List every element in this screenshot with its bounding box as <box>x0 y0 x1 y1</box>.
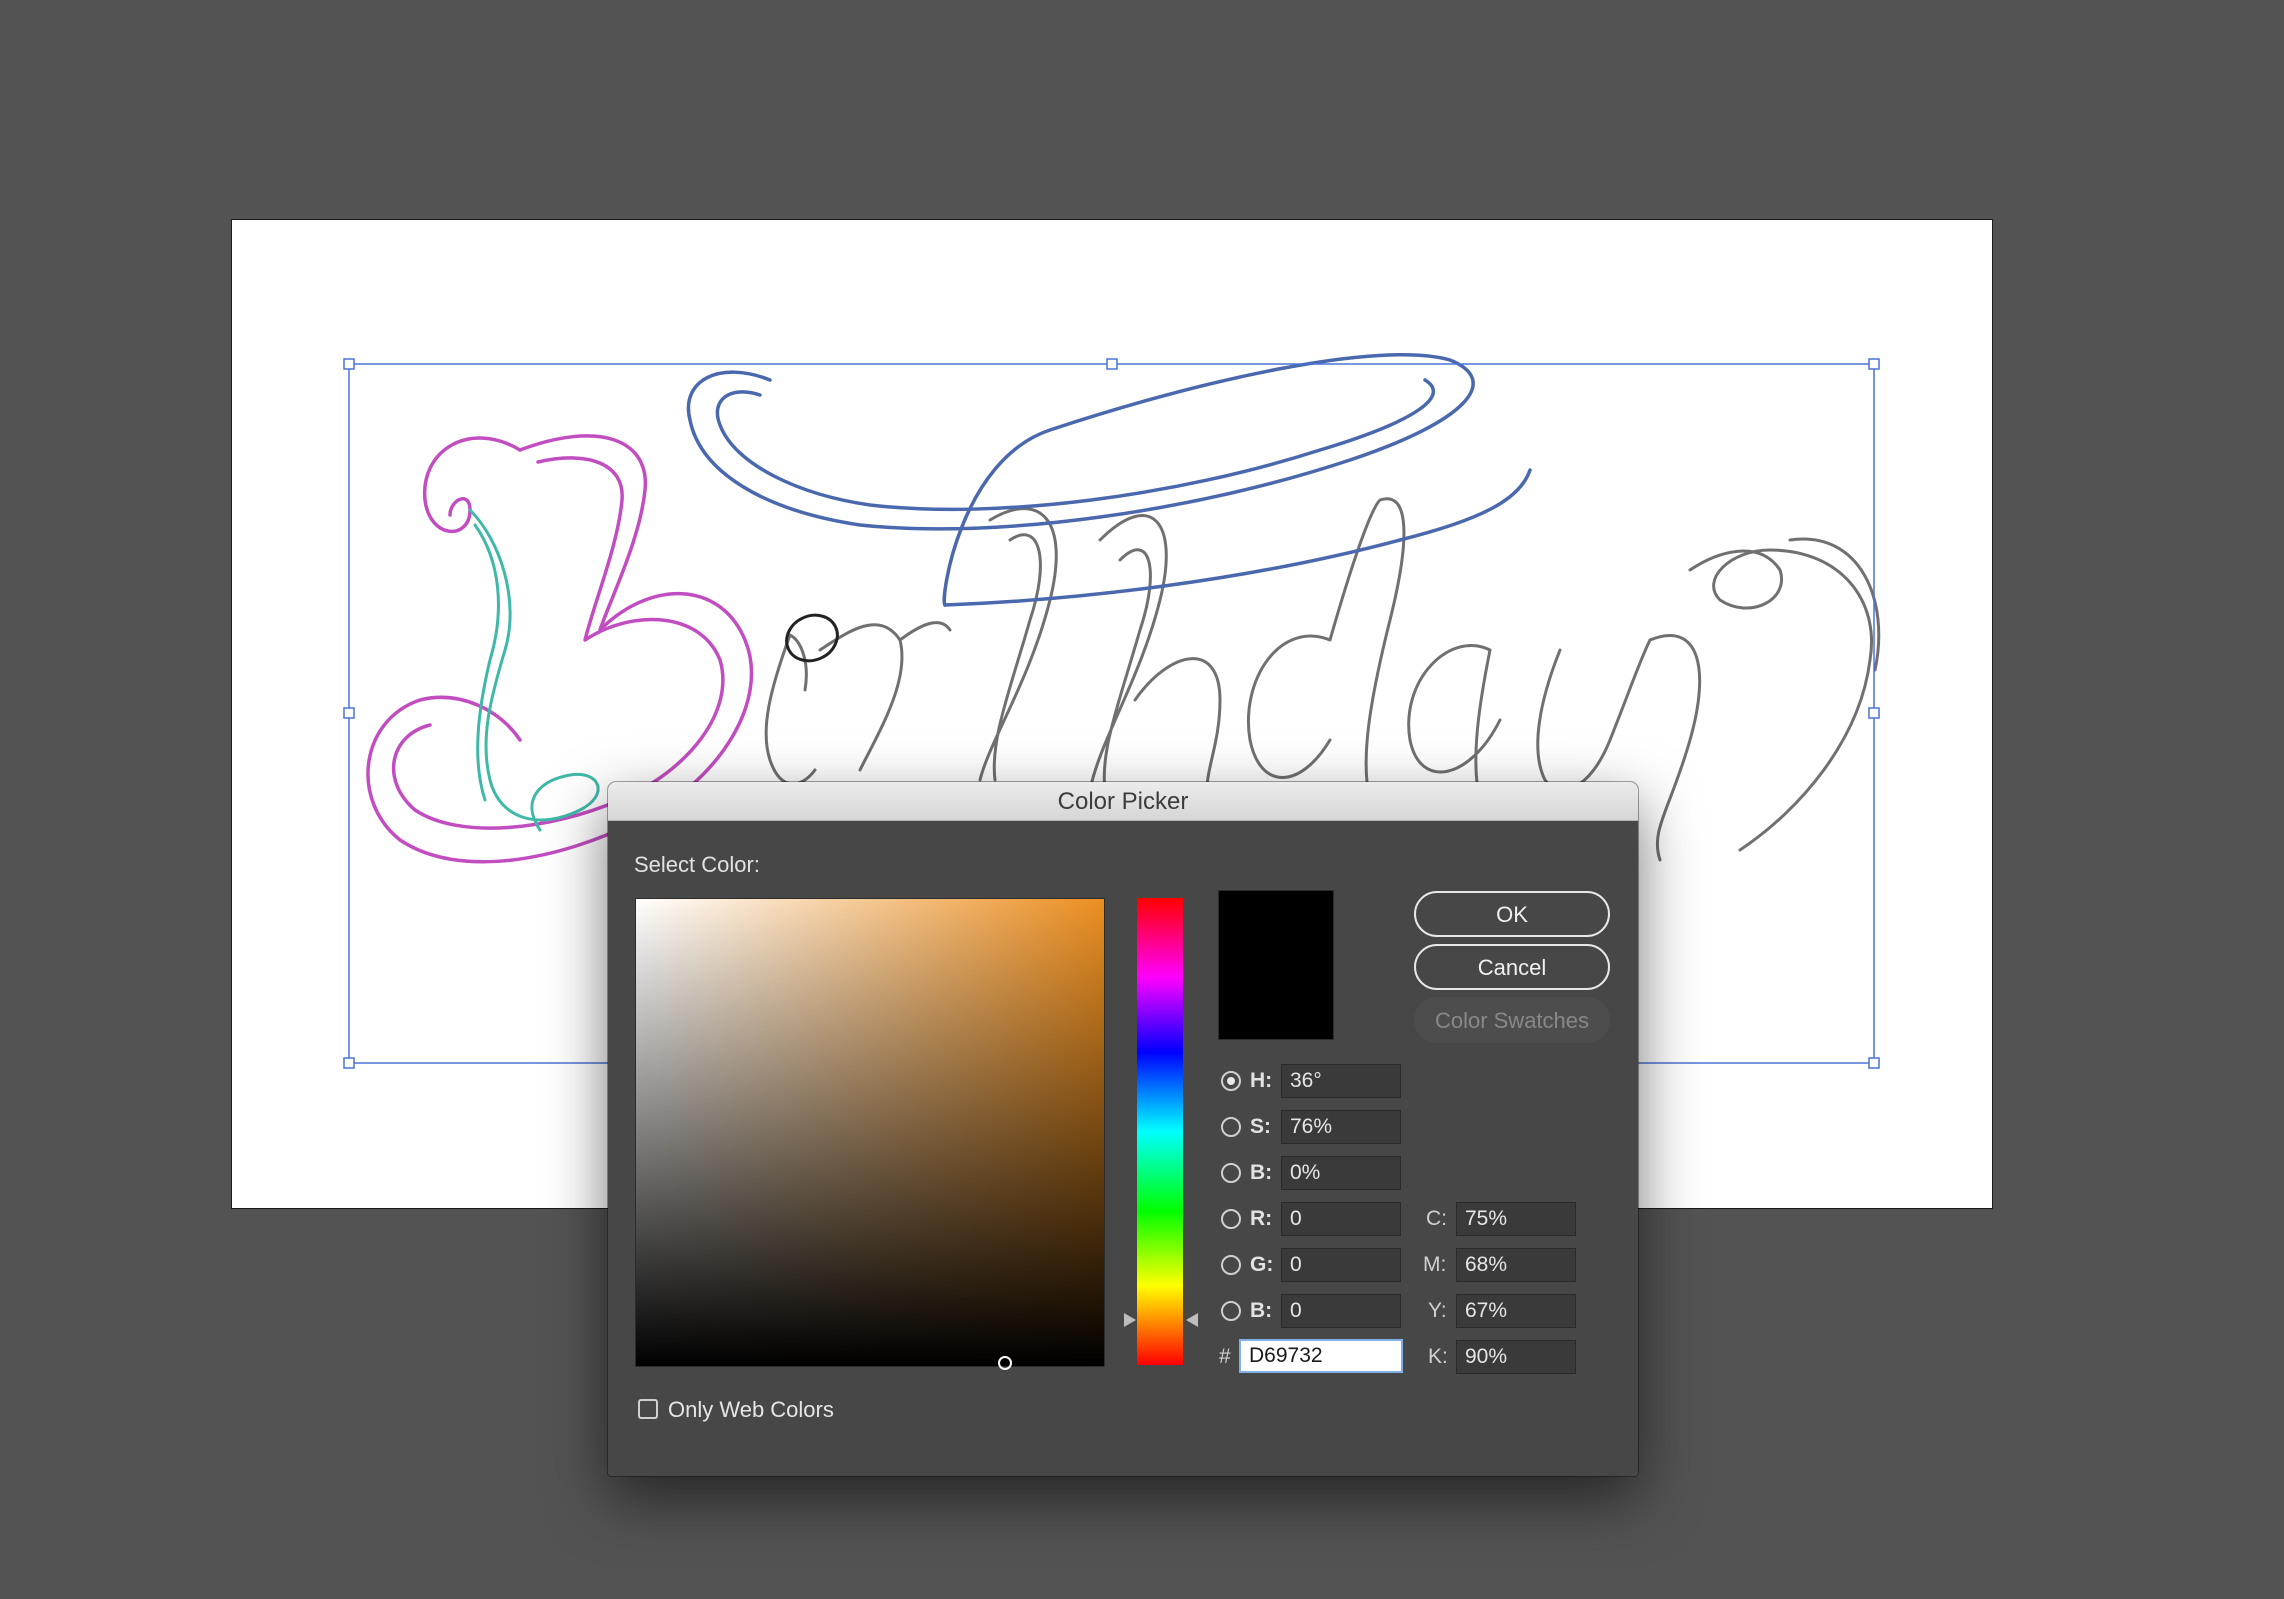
r-label: R: <box>1250 1207 1273 1230</box>
g-radio[interactable] <box>1221 1255 1241 1275</box>
c-field[interactable]: 75% <box>1456 1202 1576 1236</box>
color-preview-swatch <box>1218 890 1334 1040</box>
hue-slider[interactable] <box>1137 898 1183 1365</box>
only-web-colors-checkbox[interactable] <box>638 1399 658 1419</box>
brightness-field[interactable]: 0% <box>1281 1156 1401 1190</box>
saturation-brightness-field[interactable] <box>635 898 1105 1370</box>
color-selector-marker[interactable] <box>998 1356 1012 1370</box>
k-field[interactable]: 90% <box>1456 1340 1576 1374</box>
s-label: S: <box>1250 1115 1271 1138</box>
hex-label: # <box>1219 1345 1231 1368</box>
h-label: H: <box>1250 1069 1273 1092</box>
blue-radio[interactable] <box>1221 1301 1241 1321</box>
m-field[interactable]: 68% <box>1456 1248 1576 1282</box>
hue-slider-left-arrow[interactable] <box>1124 1313 1136 1327</box>
r-radio[interactable] <box>1221 1209 1241 1229</box>
s-radio[interactable] <box>1221 1117 1241 1137</box>
only-web-colors-label[interactable]: Only Web Colors <box>668 1397 834 1423</box>
c-label: C: <box>1426 1207 1447 1230</box>
y-label: Y: <box>1428 1299 1447 1322</box>
h-radio[interactable] <box>1221 1071 1241 1091</box>
dialog-title: Color Picker <box>608 782 1638 821</box>
g-label: G: <box>1250 1253 1274 1276</box>
r-field[interactable]: 0 <box>1281 1202 1401 1236</box>
ok-button[interactable]: OK <box>1414 891 1610 937</box>
swash-outline <box>686 353 1532 607</box>
brightness-radio[interactable] <box>1221 1163 1241 1183</box>
h-field[interactable]: 36° <box>1281 1064 1401 1098</box>
cancel-button[interactable]: Cancel <box>1414 944 1610 990</box>
s-field[interactable]: 76% <box>1281 1110 1401 1144</box>
y-field[interactable]: 67% <box>1456 1294 1576 1328</box>
hue-slider-right-arrow[interactable] <box>1186 1313 1198 1327</box>
blue-label: B: <box>1250 1299 1273 1322</box>
brightness-label: B: <box>1250 1161 1273 1184</box>
g-field[interactable]: 0 <box>1281 1248 1401 1282</box>
m-label: M: <box>1423 1253 1447 1276</box>
hex-field[interactable]: D69732 <box>1239 1339 1403 1373</box>
color-swatches-button[interactable]: Color Swatches <box>1414 997 1610 1043</box>
k-label: K: <box>1428 1345 1448 1368</box>
blue-field[interactable]: 0 <box>1281 1294 1401 1328</box>
select-color-label: Select Color: <box>634 852 760 877</box>
b-inner-outline <box>468 508 600 832</box>
color-picker-dialog: Color Picker Select Color: OK Cancel Col… <box>608 782 1638 1476</box>
